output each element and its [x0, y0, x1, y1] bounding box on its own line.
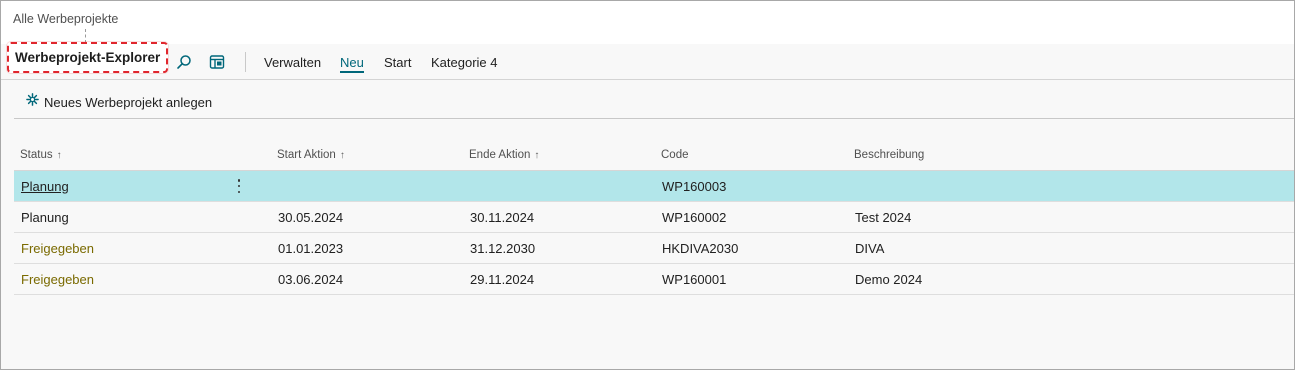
search-icon[interactable]	[175, 53, 193, 71]
action-bar-separator	[245, 52, 246, 72]
status-cell[interactable]: Planung	[21, 210, 69, 225]
column-header-status[interactable]: Status ↑	[20, 149, 62, 161]
code-cell[interactable]: HKDIVA2030	[662, 241, 738, 256]
new-sparkle-icon	[26, 93, 39, 111]
projects-table: Status ↑ Start Aktion ↑ Ende Aktion ↑ Code …	[14, 141, 1294, 295]
description-cell[interactable]: DIVA	[855, 241, 884, 256]
column-header-ende-aktion[interactable]: Ende Aktion ↑	[469, 149, 539, 161]
code-cell[interactable]: WP160001	[662, 272, 726, 287]
column-header-beschreibung[interactable]: Beschreibung	[854, 149, 924, 161]
more-vertical-icon[interactable]	[233, 177, 245, 195]
action-bar	[1, 44, 1294, 80]
table-row[interactable]: Planung WP160003	[14, 171, 1294, 202]
description-cell[interactable]: Test 2024	[855, 210, 911, 225]
status-cell[interactable]: Freigegeben	[21, 272, 94, 287]
sort-ascending-icon: ↑	[56, 149, 62, 161]
breadcrumb[interactable]: Alle Werbeprojekte	[13, 12, 118, 26]
column-header-start-aktion[interactable]: Start Aktion ↑	[277, 149, 345, 161]
table-row[interactable]: Planung 30.05.2024 30.11.2024 WP160002 T…	[14, 202, 1294, 233]
table-row[interactable]: Freigegeben 03.06.2024 29.11.2024 WP1600…	[14, 264, 1294, 295]
table-row[interactable]: Freigegeben 01.01.2023 31.12.2030 HKDIVA…	[14, 233, 1294, 264]
start-cell[interactable]: 03.06.2024	[278, 272, 343, 287]
start-cell[interactable]: 30.05.2024	[278, 210, 343, 225]
description-cell[interactable]: Demo 2024	[855, 272, 922, 287]
top-bar: Alle Werbeprojekte	[1, 1, 1294, 44]
menu-neu[interactable]: Neu	[340, 55, 364, 73]
menu-start[interactable]: Start	[384, 55, 411, 70]
end-cell[interactable]: 30.11.2024	[470, 210, 534, 225]
status-cell[interactable]: Freigegeben	[21, 241, 94, 256]
new-project-label: Neues Werbeprojekt anlegen	[44, 94, 213, 110]
end-cell[interactable]: 29.11.2024	[470, 272, 534, 287]
sort-ascending-icon: ↑	[534, 149, 540, 161]
status-cell[interactable]: Planung	[21, 179, 69, 194]
code-cell[interactable]: WP160003	[662, 179, 726, 194]
column-header-code[interactable]: Code	[661, 149, 689, 161]
menu-kategorie-4[interactable]: Kategorie 4	[431, 55, 498, 70]
end-cell[interactable]: 31.12.2030	[470, 241, 535, 256]
code-cell[interactable]: WP160002	[662, 210, 726, 225]
page-title-highlight[interactable]: Werbeprojekt-Explorer	[7, 42, 169, 73]
menu-verwalten[interactable]: Verwalten	[264, 55, 321, 70]
table-header: Status ↑ Start Aktion ↑ Ende Aktion ↑ Code …	[14, 141, 1294, 171]
sort-ascending-icon: ↑	[339, 149, 345, 161]
new-project-button[interactable]: Neues Werbeprojekt anlegen	[26, 93, 212, 111]
breadcrumb-connector	[85, 29, 86, 43]
toolbar-divider	[14, 118, 1294, 119]
page-frame: Alle Werbeprojekte Werbeprojekt-Explorer…	[0, 0, 1295, 370]
start-cell[interactable]: 01.01.2023	[278, 241, 343, 256]
layout-view-icon[interactable]	[208, 53, 226, 71]
page-title: Werbeprojekt-Explorer	[15, 50, 161, 65]
